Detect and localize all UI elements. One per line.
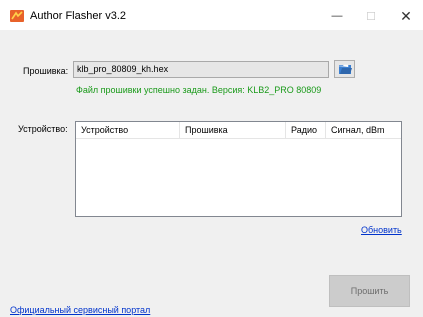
browse-firmware-button[interactable]	[334, 60, 355, 78]
close-icon: ✕	[400, 7, 412, 24]
column-header-radio[interactable]: Радио	[286, 122, 326, 138]
maximize-button[interactable]: ☐	[354, 5, 388, 27]
firmware-label: Прошивка:	[23, 66, 69, 76]
app-icon	[10, 10, 24, 22]
flash-button-label: Прошить	[350, 286, 389, 296]
refresh-link[interactable]: Обновить	[361, 225, 402, 235]
close-button[interactable]: ✕	[389, 5, 423, 27]
column-header-signal[interactable]: Сигнал, dBm	[326, 122, 401, 138]
column-header-device[interactable]: Устройство	[76, 122, 180, 138]
device-label: Устройство:	[18, 124, 68, 134]
device-table[interactable]: Устройство Прошивка Радио Сигнал, dBm	[75, 121, 402, 217]
firmware-status-text: Файл прошивки успешно задан. Версия: KLB…	[76, 85, 322, 95]
firmware-path-field[interactable]: klb_pro_80809_kh.hex	[73, 61, 329, 78]
flash-button[interactable]: Прошить	[329, 275, 410, 307]
folder-open-icon	[339, 64, 352, 74]
device-table-header: Устройство Прошивка Радио Сигнал, dBm	[76, 122, 401, 139]
service-portal-link[interactable]: Официальный сервисный портал	[10, 305, 150, 315]
window-title: Author Flasher v3.2	[30, 10, 126, 22]
minimize-button[interactable]: —	[320, 5, 354, 27]
title-bar: Author Flasher v3.2 — ☐ ✕	[0, 0, 423, 30]
column-header-firmware[interactable]: Прошивка	[180, 122, 286, 138]
maximize-icon: ☐	[366, 10, 376, 23]
minimize-icon: —	[331, 10, 343, 22]
